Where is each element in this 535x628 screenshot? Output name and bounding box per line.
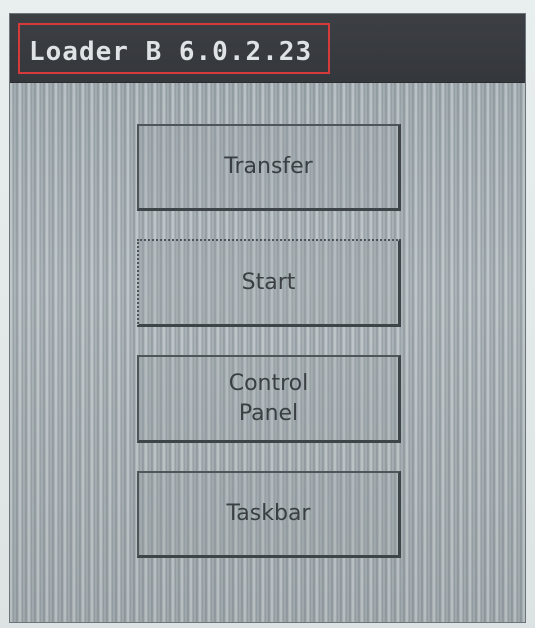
control-panel-button-label: Control Panel (228, 370, 309, 426)
control-panel-button[interactable]: Control Panel (137, 355, 401, 443)
taskbar-button[interactable]: Taskbar (137, 471, 401, 558)
transfer-button-label: Transfer (224, 154, 313, 179)
device-photo-frame: Loader B 6.0.2.23 Transfer Start Control… (0, 0, 535, 628)
button-panel: Transfer Start Control Panel Taskbar (10, 14, 525, 622)
start-button-label: Start (241, 269, 296, 295)
start-button[interactable]: Start (137, 239, 401, 327)
device-screen: Loader B 6.0.2.23 Transfer Start Control… (9, 13, 526, 623)
transfer-button[interactable]: Transfer (137, 124, 401, 211)
taskbar-button-label: Taskbar (226, 501, 311, 526)
